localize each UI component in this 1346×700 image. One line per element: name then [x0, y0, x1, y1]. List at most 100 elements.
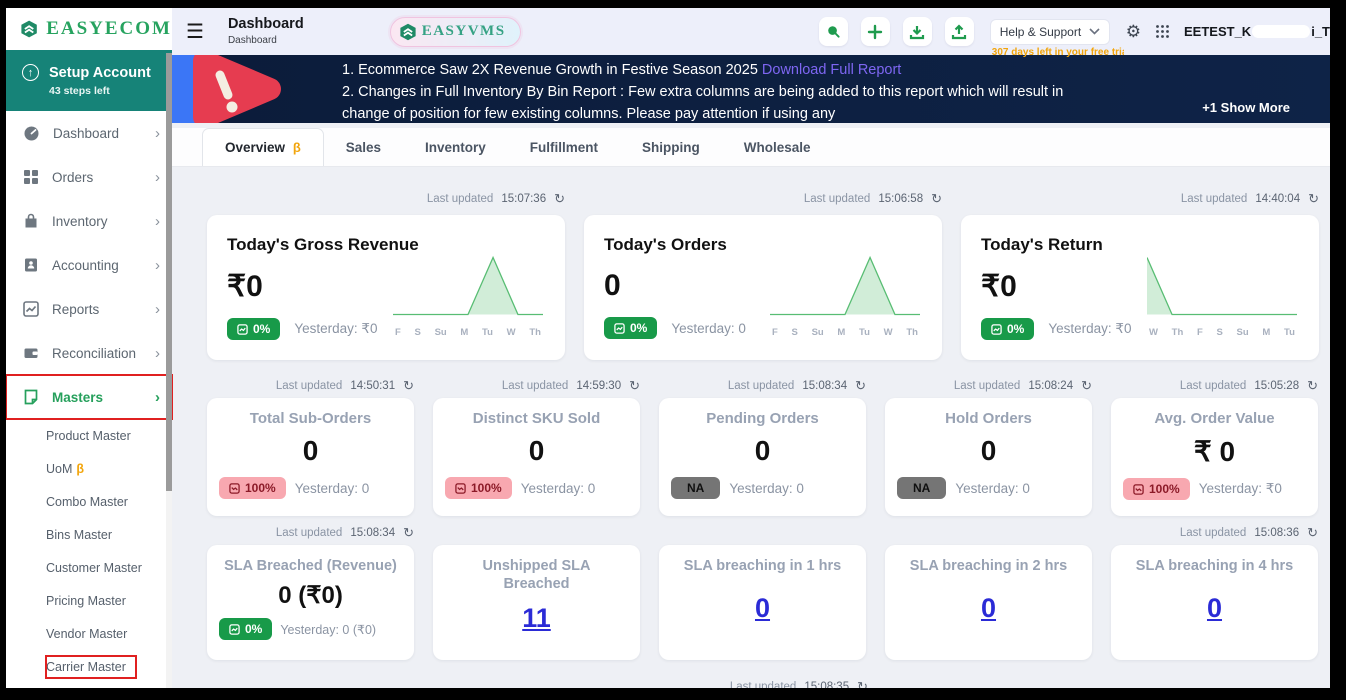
submenu-combo-master[interactable]: Combo Master — [6, 485, 172, 518]
refresh-icon[interactable]: ↻ — [1308, 191, 1319, 207]
last-updated-row2-3: Last updated15:08:34↻ — [728, 378, 866, 394]
tab-sales[interactable]: Sales — [324, 128, 403, 166]
submenu-product-master[interactable]: Product Master — [6, 419, 172, 452]
sidebar-item-accounting[interactable]: Accounting › — [6, 243, 172, 287]
tab-fulfillment[interactable]: Fulfillment — [508, 128, 620, 166]
sidebar-item-reports[interactable]: Reports › — [6, 287, 172, 331]
setup-account-button[interactable]: ↑ Setup Account 43 steps left — [6, 53, 172, 111]
upload-icon — [951, 24, 967, 40]
unshipped-sla-count-link[interactable]: 11 — [522, 603, 551, 634]
sla-1hr-count-link[interactable]: 0 — [755, 593, 770, 624]
card-title: SLA breaching in 2 hrs — [897, 557, 1080, 575]
username-prefix: EETEST_K — [1184, 24, 1251, 39]
submenu-carrier-master[interactable]: Carrier Master — [6, 650, 172, 683]
help-support-dropdown[interactable]: Help & Support — [990, 19, 1110, 45]
tab-wholesale[interactable]: Wholesale — [722, 128, 833, 166]
trend-chart-icon — [229, 624, 240, 635]
wallet-icon — [23, 345, 39, 361]
sidebar-item-masters[interactable]: Masters › — [6, 375, 172, 419]
sparkline-day-labels: FSSuMTuWTh — [393, 327, 543, 338]
card-value: 0 — [897, 435, 1080, 467]
refresh-icon[interactable]: ↻ — [1307, 525, 1318, 541]
submenu-uom[interactable]: UoMβ — [6, 452, 172, 485]
submenu-pricing-master[interactable]: Pricing Master — [6, 584, 172, 617]
search-button[interactable] — [819, 17, 848, 46]
hamburger-menu-icon[interactable]: ☰ — [186, 19, 204, 44]
card-sla-breaching-1hr: SLA breaching in 1 hrs 0 — [659, 545, 866, 660]
search-icon — [826, 24, 841, 39]
refresh-icon[interactable]: ↻ — [857, 679, 868, 688]
download-report-link[interactable]: Download Full Report — [762, 62, 901, 78]
refresh-icon[interactable]: ↻ — [403, 378, 414, 394]
submenu-customer-master[interactable]: Customer Master — [6, 551, 172, 584]
sidebar: ↑ Setup Account 43 steps left Dashboard … — [6, 53, 172, 688]
trend-chart-icon — [237, 324, 248, 335]
last-updated-row1-3: Last updated14:40:04↻ — [1181, 191, 1319, 207]
refresh-icon[interactable]: ↻ — [855, 378, 866, 394]
submenu-vendor-master[interactable]: Vendor Master — [6, 617, 172, 650]
card-title: Hold Orders — [897, 410, 1080, 427]
card-title: SLA breaching in 4 hrs — [1123, 557, 1306, 575]
add-button[interactable] — [861, 17, 890, 46]
card-title: SLA Breached (Revenue) — [219, 557, 402, 575]
submenu-bins-master[interactable]: Bins Master — [6, 518, 172, 551]
header-actions — [819, 17, 974, 46]
tab-shipping[interactable]: Shipping — [620, 128, 722, 166]
settings-gear-icon[interactable]: ⚙ — [1126, 22, 1141, 42]
last-updated-row2-1: Last updated14:50:31↻ — [276, 378, 414, 394]
help-support-label: Help & Support — [1000, 25, 1081, 39]
setup-arrow-up-icon: ↑ — [22, 64, 39, 81]
sidebar-scrollbar-thumb[interactable] — [166, 53, 172, 491]
card-distinct-sku-sold: Distinct SKU Sold 0 100%Yesterday: 0 — [433, 398, 640, 516]
refresh-icon[interactable]: ↻ — [931, 191, 942, 207]
refresh-icon[interactable]: ↻ — [403, 525, 414, 541]
grid-icon — [23, 169, 39, 185]
setup-steps-left: 43 steps left — [49, 85, 172, 97]
sparkline-day-labels: WThFSSuMTu — [1147, 327, 1297, 338]
bag-icon — [23, 213, 39, 229]
sidebar-item-reconciliation[interactable]: Reconciliation › — [6, 331, 172, 375]
export-button[interactable] — [945, 17, 974, 46]
yesterday-value: Yesterday: 0 (₹0) — [280, 622, 376, 637]
card-pending-orders: Pending Orders 0 NAYesterday: 0 — [659, 398, 866, 516]
percent-badge: 100% — [219, 477, 286, 499]
submenu-label: Pricing Master — [46, 594, 126, 608]
card-sla-breaching-4hr: SLA breaching in 4 hrs 0 — [1111, 545, 1318, 660]
beta-badge: β — [293, 140, 301, 155]
nav-label: Orders — [52, 170, 93, 185]
refresh-icon[interactable]: ↻ — [554, 191, 565, 207]
sparkline-day-labels: FSSuMTuWTh — [770, 327, 920, 338]
tab-inventory[interactable]: Inventory — [403, 128, 508, 166]
sparkline: FSSuMTuWTh — [770, 253, 920, 338]
tab-overview[interactable]: Overview β — [202, 128, 324, 166]
sidebar-item-inventory[interactable]: Inventory › — [6, 199, 172, 243]
yesterday-value: Yesterday: ₹0 — [294, 321, 377, 337]
logo-text: EASYECOM — [46, 18, 172, 40]
apps-grid-icon[interactable] — [1155, 24, 1170, 39]
easyvms-badge[interactable]: EASYVMS — [390, 17, 521, 47]
refresh-icon[interactable]: ↻ — [629, 378, 640, 394]
yesterday-value: Yesterday: 0 — [955, 481, 1030, 496]
banner-line1: 1. Ecommerce Saw 2X Revenue Growth in Fe… — [342, 62, 762, 78]
show-more-button[interactable]: +1 Show More — [1202, 100, 1290, 115]
user-account-menu[interactable]: EETEST_Ki_T — [1184, 24, 1330, 39]
percent-badge: 0% — [604, 317, 657, 339]
card-value: 0 — [445, 435, 628, 467]
easyvms-label: EASYVMS — [422, 23, 506, 40]
sidebar-item-dashboard[interactable]: Dashboard › — [6, 111, 172, 155]
card-title: SLA breaching in 1 hrs — [671, 557, 854, 575]
refresh-icon[interactable]: ↻ — [1307, 378, 1318, 394]
setup-account-label: Setup Account — [49, 65, 151, 81]
last-updated-row2-5: Last updated15:05:28↻ — [1180, 378, 1318, 394]
trial-days-left: 307 days left in your free tria — [992, 47, 1124, 58]
percent-badge: 0% — [981, 318, 1034, 340]
tab-bar: Overview β Sales Inventory Fulfillment S… — [172, 128, 1330, 167]
card-sla-breached-revenue: SLA Breached (Revenue) 0 (₹0) 0%Yesterda… — [207, 545, 414, 660]
sla-2hr-count-link[interactable]: 0 — [981, 593, 996, 624]
sla-4hr-count-link[interactable]: 0 — [1207, 593, 1222, 624]
import-button[interactable] — [903, 17, 932, 46]
refresh-icon[interactable]: ↻ — [1081, 378, 1092, 394]
sidebar-item-orders[interactable]: Orders › — [6, 155, 172, 199]
top-header: ☰ Dashboard Dashboard EASYVMS — [172, 8, 1330, 55]
sidebar-scrollbar-track[interactable] — [166, 53, 172, 688]
